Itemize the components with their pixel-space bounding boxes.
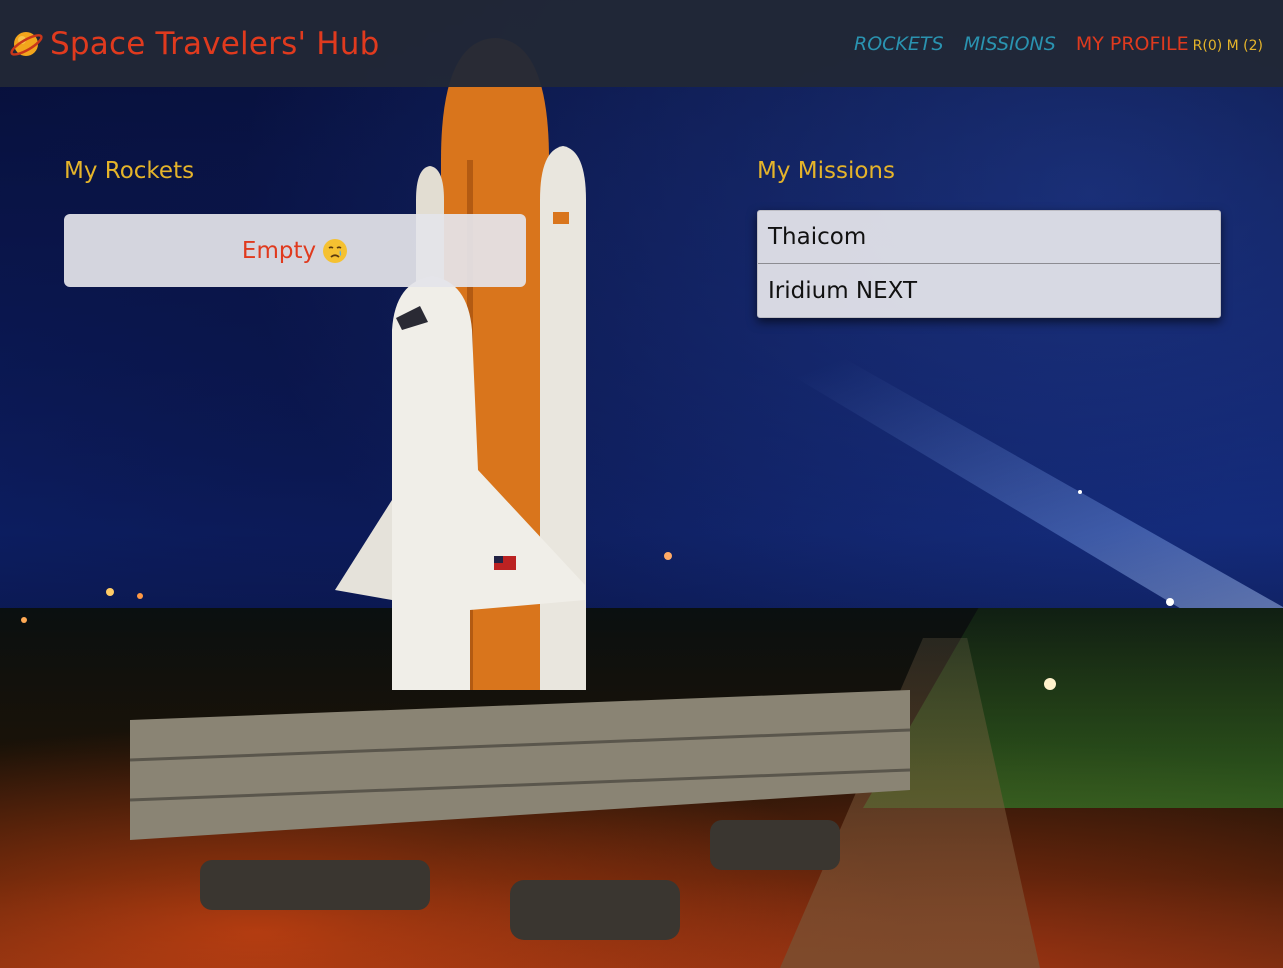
list-item: Thaicom [758,211,1220,264]
missions-list: Thaicom Iridium NEXT [757,210,1221,318]
page: Space Travelers' Hub ROCKETS MISSIONS MY… [0,0,1283,968]
my-rockets-heading: My Rockets [64,158,195,184]
empty-message: Empty [241,237,317,264]
reservation-counts: R(0) M (2) [1192,37,1263,54]
crying-face-icon [322,238,348,264]
my-missions-heading: My Missions [757,158,895,184]
main-nav: ROCKETS MISSIONS MY PROFILE R(0) M (2) [854,33,1263,55]
nav-link-my-profile[interactable]: MY PROFILE [1076,33,1189,55]
background-launch-scene [0,0,1283,968]
app-title: Space Travelers' Hub [50,25,380,62]
ringed-planet-icon [8,26,44,62]
navbar: Space Travelers' Hub ROCKETS MISSIONS MY… [0,0,1283,87]
brand[interactable]: Space Travelers' Hub [8,26,379,62]
rockets-empty-card: Empty [64,214,526,287]
nav-link-rockets[interactable]: ROCKETS [854,33,944,55]
list-item: Iridium NEXT [768,277,918,304]
space-shuttle-illustration [21,38,1174,940]
nav-link-missions[interactable]: MISSIONS [964,33,1056,55]
